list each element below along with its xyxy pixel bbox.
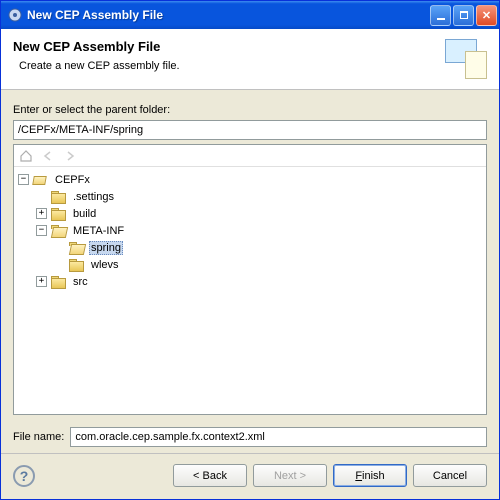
close-button[interactable]: ✕ [476,5,497,26]
expand-toggle-icon[interactable]: + [36,208,47,219]
parent-folder-input[interactable] [13,120,487,140]
tree-label: wlevs [89,259,121,271]
tree-label: src [71,276,90,288]
project-folder-icon [33,174,48,186]
tree-label: CEPFx [53,174,92,186]
page-title: New CEP Assembly File [13,39,439,54]
dialog-window: New CEP Assembly File ✕ New CEP Assembly… [0,0,500,500]
tree-node-spring[interactable]: spring [54,239,484,256]
tree-label: META-INF [71,225,126,237]
dialog-footer: ? < Back Next > Finish Cancel [1,453,499,499]
titlebar-title: New CEP Assembly File [27,8,430,22]
page-subtitle: Create a new CEP assembly file. [13,60,439,72]
dialog-header: New CEP Assembly File Create a new CEP a… [1,29,499,90]
folder-tree-panel: − CEPFx .settings [13,144,487,415]
expand-toggle-icon[interactable]: − [18,174,29,185]
folder-icon [51,208,66,220]
finish-button[interactable]: Finish [333,464,407,487]
back-arrow-icon[interactable] [40,148,56,164]
home-icon[interactable] [18,148,34,164]
tree-node-build[interactable]: + build [36,205,484,222]
help-button[interactable]: ? [13,465,35,487]
cancel-button[interactable]: Cancel [413,464,487,487]
folder-icon [69,259,84,271]
tree-node-settings[interactable]: .settings [36,188,484,205]
folder-tree[interactable]: − CEPFx .settings [14,167,486,414]
tree-label: .settings [71,191,116,203]
tree-label-selected: spring [89,241,123,255]
parent-folder-label: Enter or select the parent folder: [13,104,487,116]
minimize-button[interactable] [430,5,451,26]
forward-arrow-icon[interactable] [62,148,78,164]
expand-toggle-icon[interactable]: + [36,276,47,287]
tree-toolbar [14,145,486,167]
expand-spacer [54,259,65,270]
folder-open-icon [51,225,66,237]
tree-node-metainf[interactable]: − META-INF [36,222,484,239]
window-controls: ✕ [430,5,497,26]
folder-icon [51,191,66,203]
app-icon [7,7,23,23]
dialog-body: Enter or select the parent folder: [1,90,499,453]
folder-open-icon [69,242,84,254]
back-button[interactable]: < Back [173,464,247,487]
titlebar[interactable]: New CEP Assembly File ✕ [1,1,499,29]
filename-label: File name: [13,431,64,443]
tree-node-project[interactable]: − CEPFx [18,171,484,188]
next-button[interactable]: Next > [253,464,327,487]
tree-node-src[interactable]: + src [36,273,484,290]
header-text: New CEP Assembly File Create a new CEP a… [13,39,439,72]
wizard-icon [439,39,487,79]
expand-spacer [54,242,65,253]
tree-label: build [71,208,98,220]
expand-toggle-icon[interactable]: − [36,225,47,236]
filename-input[interactable] [70,427,487,447]
filename-row: File name: [13,427,487,447]
folder-icon [51,276,66,288]
expand-spacer [36,191,47,202]
button-bar: < Back Next > Finish Cancel [173,464,487,487]
tree-node-wlevs[interactable]: wlevs [54,256,484,273]
maximize-button[interactable] [453,5,474,26]
